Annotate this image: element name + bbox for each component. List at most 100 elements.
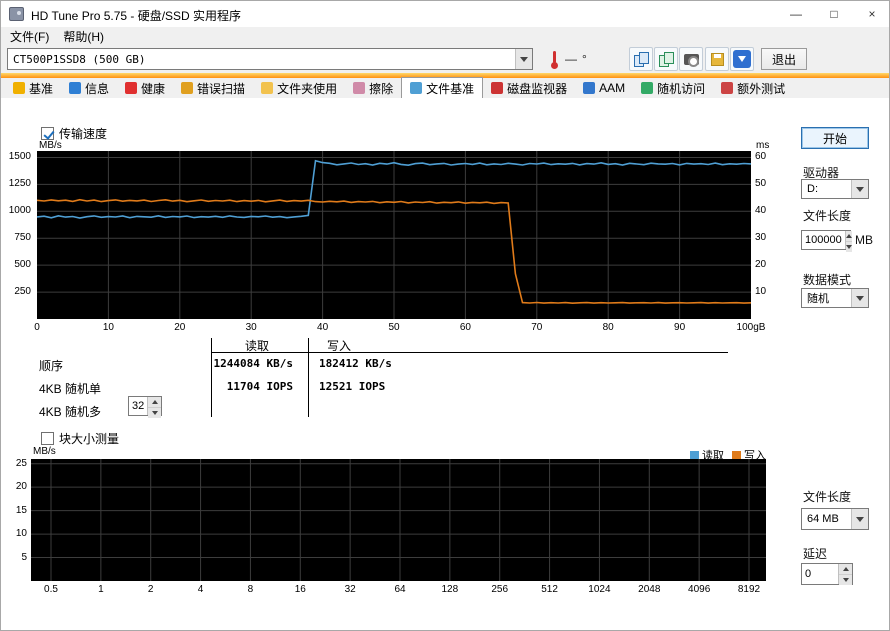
axis-tick-label: 50 (388, 322, 400, 333)
start-button[interactable]: 开始 (801, 127, 869, 149)
tab-bar: 基准 信息 健康 错误扫描 文件夹使用 擦除 文件基准 磁盘监视器 AAM 随机访问 额外测试 (1, 77, 889, 98)
maximize-button[interactable]: □ (815, 1, 853, 27)
tab-label: 基准 (29, 81, 54, 96)
error-scan-icon (181, 82, 194, 94)
tab-benchmark[interactable]: 基准 (5, 78, 61, 98)
tab-extra-tests[interactable]: 额外测试 (713, 78, 793, 98)
tab-erase[interactable]: 擦除 (345, 78, 401, 98)
drive-combobox[interactable]: D: (801, 179, 869, 199)
axis-tick-label: 40 (317, 322, 329, 333)
axis-tick-label: 500 (14, 259, 31, 271)
camera-icon (683, 53, 699, 67)
minimize-button[interactable]: — (777, 1, 815, 27)
app-icon (9, 7, 24, 21)
axis-tick-label: 90 (674, 322, 686, 333)
dropdown-arrow-icon[interactable] (851, 289, 868, 307)
copy-text-button[interactable] (629, 47, 653, 71)
file-length-input[interactable]: 100000 (801, 230, 852, 252)
drive-combobox-value: D: (807, 183, 818, 195)
axis-tick-label: 1000 (8, 205, 31, 217)
table-divider-vertical-2 (308, 338, 309, 417)
checkbox-box (41, 127, 54, 140)
spin-up-button[interactable] (148, 397, 161, 408)
file-length-value[interactable]: 100000 (802, 231, 845, 249)
drive-select-combobox[interactable]: CT500P1SSD8 (500 GB) (7, 48, 533, 70)
file-length-unit: MB (855, 233, 873, 247)
axis-tick-label: 2048 (638, 584, 661, 595)
delay-value[interactable]: 0 (802, 564, 838, 584)
axis-tick-label: 10 (755, 286, 767, 298)
exit-button[interactable]: 退出 (761, 48, 807, 70)
axis-tick-label: 1 (98, 584, 104, 595)
checkbox-box (41, 432, 54, 445)
axis-tick-label: 10 (102, 322, 114, 333)
block-size-checkbox-label: 块大小测量 (59, 432, 120, 446)
drive-select-value: CT500P1SSD8 (500 GB) (13, 52, 146, 66)
sequential-write-value: 182412 KB/s (319, 357, 392, 370)
tab-label: 文件基准 (426, 81, 475, 96)
axis-tick-label: 1250 (8, 178, 31, 190)
tab-disk-monitor[interactable]: 磁盘监视器 (483, 78, 575, 98)
screenshot-button[interactable] (679, 47, 703, 71)
queue-depth-value[interactable]: 32 (129, 397, 147, 415)
spin-down-button[interactable] (148, 408, 161, 418)
menu-help[interactable]: 帮助(H) (56, 27, 111, 45)
axis-tick-label: 70 (531, 322, 543, 333)
tab-label: 随机访问 (657, 81, 706, 96)
close-button[interactable]: × (853, 1, 889, 27)
axis-tick-label: 5 (21, 551, 27, 563)
queue-depth-input[interactable]: 32 (128, 396, 162, 418)
spin-down-button[interactable] (839, 575, 852, 585)
axis-tick-label: 250 (14, 286, 31, 298)
tab-label: 文件夹使用 (277, 81, 338, 96)
tab-folder-usage[interactable]: 文件夹使用 (253, 78, 345, 98)
write-column-header: 写入 (327, 339, 352, 353)
data-mode-combobox[interactable]: 随机 (801, 288, 869, 308)
menu-file[interactable]: 文件(F) (3, 27, 56, 45)
axis-tick-label: 0.5 (44, 584, 58, 595)
axis-tick-label: 20 (15, 481, 27, 493)
app-window: HD Tune Pro 5.75 - 硬盘/SSD 实用程序 — □ × 文件(… (0, 0, 890, 631)
axis-tick-label: 2 (147, 584, 154, 595)
tab-label: AAM (599, 81, 626, 95)
spin-up-button[interactable] (845, 231, 852, 242)
file-benchmark-icon (410, 82, 423, 94)
axis-tick-label: 8 (247, 584, 254, 595)
dropdown-arrow-icon[interactable] (851, 509, 868, 529)
save-button[interactable] (705, 47, 729, 71)
block-chart-y-axis: 5 10 15 20 25 (3, 458, 29, 581)
dropdown-arrow-icon[interactable] (851, 180, 868, 198)
delay-input[interactable]: 0 (801, 563, 853, 585)
update-button[interactable] (730, 47, 754, 71)
spin-down-button[interactable] (845, 242, 852, 252)
menubar: 文件(F) 帮助(H) (1, 27, 889, 45)
table-divider-vertical-1 (211, 338, 212, 417)
table-divider-horizontal (211, 352, 728, 353)
block-file-length-label: 文件长度 (803, 490, 852, 504)
axis-tick-label: 750 (14, 232, 31, 244)
main-chart-left-unit: MB/s (39, 140, 62, 151)
row-label-4kb-random-multi: 4KB 随机多 (39, 405, 102, 419)
tab-file-benchmark[interactable]: 文件基准 (401, 77, 484, 98)
block-file-length-combobox[interactable]: 64 MB (801, 508, 869, 530)
axis-tick-label: 128 (441, 584, 459, 595)
spin-up-button[interactable] (839, 564, 852, 575)
read-column-header: 读取 (245, 339, 270, 353)
delay-label: 延迟 (803, 547, 828, 561)
copy-image-button[interactable] (654, 47, 678, 71)
tab-random-access[interactable]: 随机访问 (633, 78, 713, 98)
benchmark-icon (13, 82, 25, 94)
main-chart-y-axis-left: 250 500 750 1000 1250 1500 (3, 151, 33, 319)
block-size-checkbox[interactable]: 块大小测量 (41, 430, 119, 447)
copy-image-icon (659, 52, 674, 67)
tab-health[interactable]: 健康 (117, 78, 173, 98)
tab-info[interactable]: 信息 (61, 78, 117, 98)
tab-aam[interactable]: AAM (575, 78, 633, 98)
folder-usage-icon (261, 82, 274, 94)
random-access-icon (641, 82, 654, 94)
tab-error-scan[interactable]: 错误扫描 (173, 78, 253, 98)
axis-tick-label: 0 (34, 322, 40, 333)
window-title: HD Tune Pro 5.75 - 硬盘/SSD 实用程序 (31, 9, 242, 23)
axis-tick-label: 8192 (737, 584, 761, 595)
dropdown-arrow-icon[interactable] (515, 49, 532, 69)
